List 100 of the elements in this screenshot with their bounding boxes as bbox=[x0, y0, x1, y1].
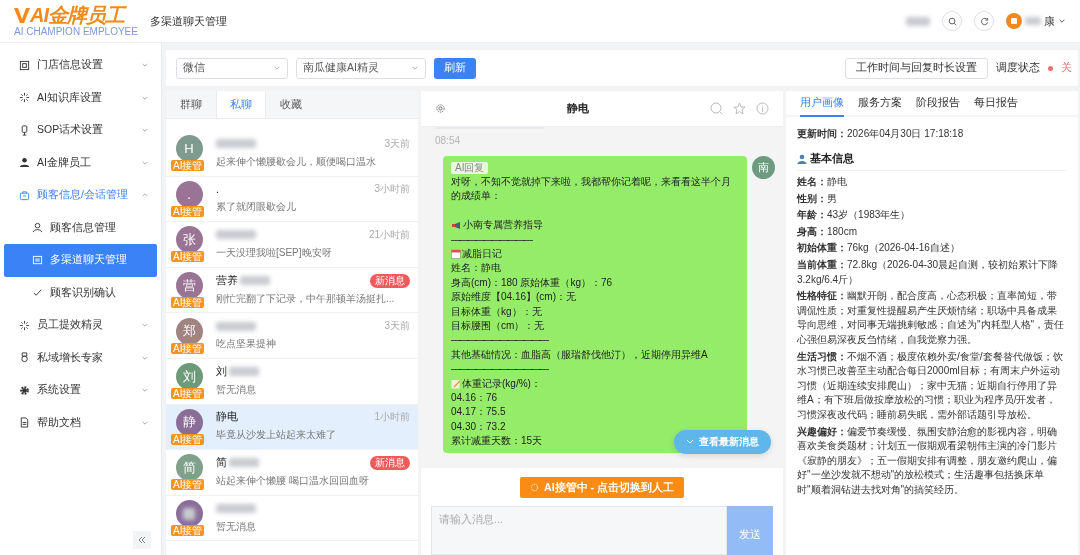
collapse-button[interactable] bbox=[133, 531, 151, 549]
message-line: 04.17：75.5 bbox=[451, 405, 506, 420]
sidebar-item[interactable]: 帮助文档 bbox=[0, 406, 161, 439]
message-preview: 站起来伸个懒腰 喝口温水回回血呀 bbox=[216, 473, 370, 488]
sidebar-item[interactable]: 系统设置 bbox=[0, 374, 161, 407]
profile-field: 初始体重：76kg（2026-04-16自述） bbox=[797, 241, 1066, 256]
user-avatar[interactable] bbox=[1006, 13, 1022, 29]
profile-field: 性别：男 bbox=[797, 191, 1066, 207]
message-line: 原始维度【04.16】(cm)：无 bbox=[451, 290, 576, 305]
conversation-item[interactable]: 静 AI接管 静电 1小时前 毕竟从沙发上站起来太难了 bbox=[166, 404, 418, 451]
chevron-icon bbox=[141, 61, 149, 70]
info-icon[interactable] bbox=[756, 102, 769, 115]
chat-type-tab[interactable]: 私聊 bbox=[216, 91, 266, 118]
check-icon bbox=[32, 287, 43, 299]
profile-tab[interactable]: 用户画像 bbox=[800, 91, 844, 117]
chevron-icon bbox=[141, 321, 149, 330]
message-line: 体重记录(kg/%)： bbox=[451, 376, 541, 392]
star-icon[interactable] bbox=[733, 102, 746, 115]
user-icon bbox=[32, 222, 43, 234]
section-title: 基本信息 bbox=[810, 151, 854, 166]
message-time: 08:54 bbox=[435, 135, 462, 146]
double-chevron-icon bbox=[138, 536, 146, 544]
message-line: —————————— bbox=[451, 232, 531, 247]
channel-select[interactable]: 微信 bbox=[176, 57, 288, 79]
bot-select[interactable]: 南瓜健康AI精灵 bbox=[296, 57, 426, 79]
message-preview: 一天没理我啦[SEP]晚安呀 bbox=[216, 246, 333, 260]
message-line: 身高(cm)：180 原始体重（kg）：76 bbox=[451, 275, 613, 290]
page-title: 多渠道聊天管理 bbox=[149, 13, 227, 29]
message-line: 对呀，不知不觉就掉下来啦，我都帮你记着呢，来看看这半个月的成绩单： bbox=[451, 175, 732, 204]
message-time: 3天前 bbox=[384, 136, 410, 151]
message-line: 04.30：73.2 bbox=[451, 419, 506, 434]
search-icon[interactable] bbox=[710, 102, 723, 115]
contact-avatar: 静 bbox=[175, 408, 203, 436]
chat-type-tab[interactable]: 群聊 bbox=[166, 91, 216, 118]
contact-name: . bbox=[216, 183, 219, 196]
contact-avatar: . bbox=[175, 180, 203, 208]
updated-time: 更新时间：2026年04月30日 17:18:18 bbox=[797, 127, 965, 141]
message-line: 累计减重天数：15天 bbox=[451, 434, 543, 449]
message-input[interactable]: 请输入消息... bbox=[431, 506, 727, 555]
ai-badge: AI接管 bbox=[171, 388, 205, 400]
profile-field: 姓名：静电 bbox=[797, 175, 1066, 190]
settings-icon bbox=[19, 384, 30, 396]
sender-avatar: 南 bbox=[752, 156, 775, 179]
profile-field: 生活习惯：不烟不酒；极度依赖外卖/食堂/套餐替代做饭；饮水习惯已改善至主动配合每日2000ml目标；有周末户外运动习惯（近期连续安排爬山）；家中无猫；近期自行停用了异维A；有下班后做按摩放松的习惯；职业为程序员/开发者，习惯深夜改代码；睡前易失眠，需外部话题引导放松。 bbox=[797, 349, 1066, 423]
chevron-icon bbox=[141, 386, 149, 395]
blurred-text bbox=[1025, 17, 1041, 25]
search-button[interactable] bbox=[942, 11, 962, 31]
contact-name: 简 bbox=[216, 455, 227, 470]
sidebar-item[interactable]: AI知识库设置 bbox=[0, 81, 161, 114]
sidebar-subitem[interactable]: 顾客信息管理 bbox=[0, 211, 161, 244]
search-icon bbox=[947, 16, 957, 26]
message-preview: 吃点坚果提神 bbox=[216, 337, 277, 352]
user-name[interactable]: 康 bbox=[1044, 13, 1055, 29]
memo-icon bbox=[451, 378, 461, 389]
message-line: ———————————— bbox=[451, 362, 547, 377]
profile-field: 兴趣偏好：偏爱节奏缓慢、氛围安静治愈的影视内容，明确喜欢美食类题材；计划五一假期观看梁朝伟主演的冷门影片《寂静的朋友》；五一假期安排有调整，朋友邀约爬山，偏好"一坐沙发就不想动"的放松模式；生活趣事包括换床单时"顺着洞钻进去找对角"的搞笑经历。 bbox=[797, 424, 1066, 498]
hours-settings-button[interactable]: 工作时间与回复时长设置 bbox=[845, 57, 988, 79]
chevron-icon bbox=[686, 439, 694, 445]
message-preview: 暂无消息 bbox=[216, 519, 257, 534]
sidebar-item[interactable]: AI金牌员工 bbox=[0, 146, 161, 179]
sidebar-subitem[interactable]: 顾客识别确认 bbox=[0, 276, 161, 309]
calendar-icon bbox=[451, 249, 461, 260]
profile-tab[interactable]: 服务方案 bbox=[858, 91, 902, 117]
contact-name: 刘 bbox=[216, 364, 227, 379]
sidebar-subitem[interactable]: 多渠道聊天管理 bbox=[4, 244, 157, 277]
document-icon bbox=[19, 417, 30, 429]
message-time: 1小时前 bbox=[374, 410, 410, 425]
ai-badge: AI接管 bbox=[171, 479, 205, 491]
sidebar-item[interactable]: SOP话术设置 bbox=[0, 114, 161, 147]
refresh-button[interactable] bbox=[974, 11, 994, 31]
profile-tab[interactable]: 每日报告 bbox=[974, 91, 1018, 117]
sparkle-icon bbox=[19, 319, 30, 331]
contact-avatar: 郑 bbox=[175, 317, 203, 345]
ai-badge: AI接管 bbox=[171, 433, 205, 445]
sidebar-item[interactable]: 顾客信息/会话管理 bbox=[0, 179, 161, 212]
settings-icon[interactable] bbox=[435, 103, 446, 114]
message-line: ———————————— bbox=[451, 333, 547, 348]
sidebar-item[interactable]: 门店信息设置 bbox=[0, 49, 161, 82]
megaphone-icon bbox=[451, 220, 462, 230]
chevron-icon bbox=[411, 64, 419, 72]
ai-badge: AI接管 bbox=[171, 525, 205, 537]
message-line: 小南专属营养指导 bbox=[451, 218, 543, 233]
ai-badge: AI接管 bbox=[171, 251, 205, 263]
person-icon bbox=[797, 153, 807, 164]
message-preview: 毕竟从沙发上站起来太难了 bbox=[216, 428, 337, 443]
message-preview: 起来伸个懒腰歇会儿，顺便喝口温水 bbox=[216, 154, 377, 169]
bag-icon bbox=[19, 189, 30, 201]
profile-tab[interactable]: 阶段报告 bbox=[916, 91, 960, 117]
ai-reply-tag: AI回复 bbox=[451, 162, 489, 174]
chevron-icon bbox=[273, 64, 281, 72]
profile-field: 性格特征：幽默开朗，配合度高，心态积极；直率简短，带调侃性质；对重复性提醒易产生厌烦情绪；职场中具备成果导向思维，对同事无端挑剌敏感；自述为"内耗型人格"，责任心强但易深夜反刍情绪，自我觉察力强。 bbox=[797, 289, 1066, 348]
message-time: 3小时前 bbox=[374, 182, 410, 197]
chat-type-tab[interactable]: 收藏 bbox=[266, 91, 316, 118]
message-time: 21小时前 bbox=[368, 228, 410, 242]
sidebar-item[interactable]: 私域增长专家 bbox=[0, 341, 161, 374]
ai-badge: AI接管 bbox=[171, 342, 205, 354]
refresh-button[interactable]: 刷新 bbox=[434, 57, 476, 79]
blurred-text bbox=[906, 16, 930, 26]
sidebar-item[interactable]: 员工提效精灵 bbox=[0, 309, 161, 342]
ai-badge: AI接管 bbox=[171, 160, 205, 172]
